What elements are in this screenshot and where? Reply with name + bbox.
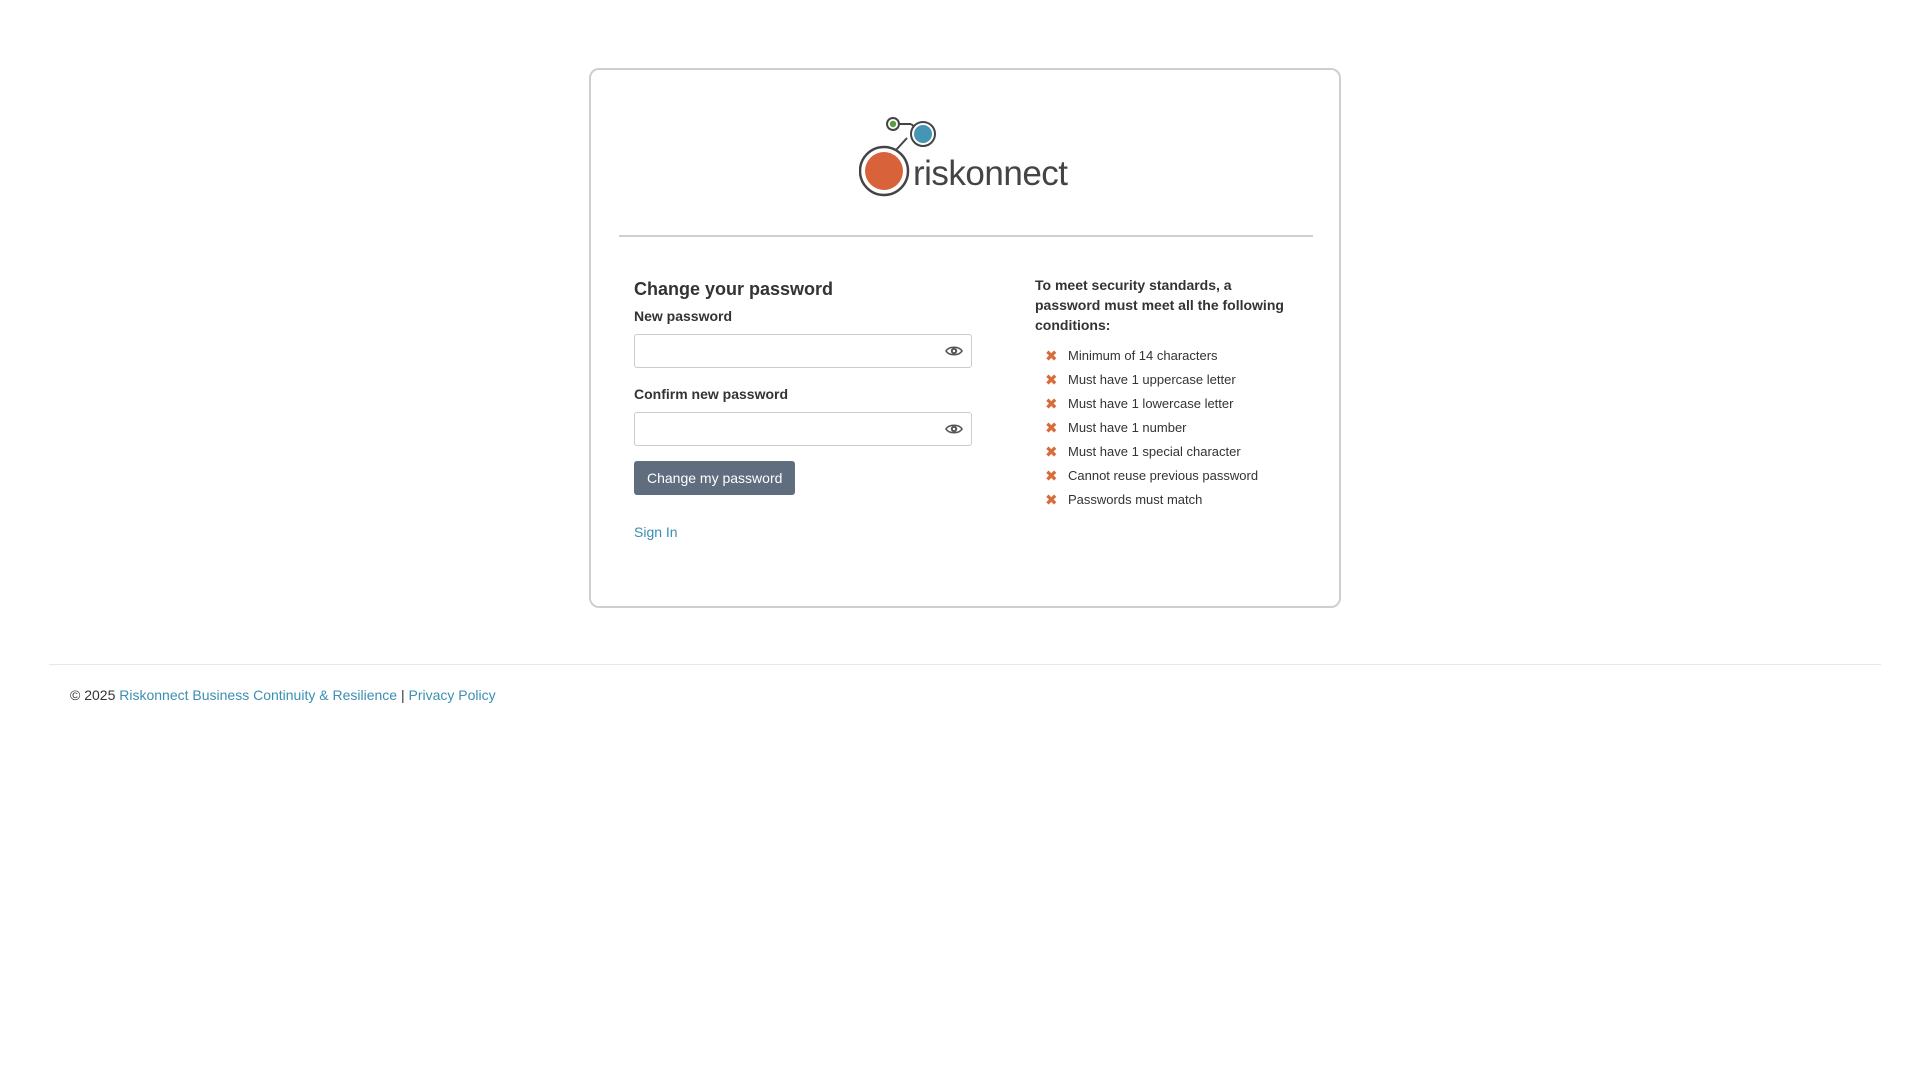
requirement-text: Must have 1 uppercase letter	[1068, 372, 1236, 387]
requirements-list: ✖ Minimum of 14 characters ✖ Must have 1…	[1035, 345, 1295, 513]
copyright-text: © 2025	[70, 687, 116, 703]
eye-icon[interactable]	[945, 342, 963, 360]
company-link[interactable]: Riskonnect Business Continuity & Resilie…	[119, 687, 397, 703]
x-icon: ✖	[1045, 348, 1058, 365]
requirement-text: Cannot reuse previous password	[1068, 468, 1259, 483]
x-icon: ✖	[1045, 420, 1058, 437]
form-title: Change your password	[634, 279, 834, 299]
new-password-label: New password	[634, 308, 733, 324]
x-icon: ✖	[1045, 492, 1058, 509]
sign-in-link[interactable]: Sign In	[634, 524, 974, 540]
footer-divider	[49, 664, 1881, 665]
list-item: ✖ Must have 1 number	[1035, 417, 1295, 441]
change-password-card: riskonnect Change your password New pass…	[589, 68, 1341, 608]
logo-wordmark: riskonnect	[913, 154, 1068, 193]
new-password-input[interactable]	[634, 334, 972, 368]
requirements-title: To meet security standards, a password m…	[1035, 277, 1284, 333]
requirement-text: Must have 1 lowercase letter	[1068, 396, 1234, 411]
list-item: ✖ Cannot reuse previous password	[1035, 465, 1295, 489]
requirement-text: Minimum of 14 characters	[1068, 348, 1218, 363]
x-icon: ✖	[1045, 372, 1058, 389]
list-item: ✖ Passwords must match	[1035, 489, 1295, 513]
header-divider	[619, 235, 1313, 237]
eye-icon[interactable]	[945, 420, 963, 438]
requirement-text: Must have 1 number	[1068, 420, 1187, 435]
requirement-text: Passwords must match	[1068, 492, 1203, 507]
password-requirements: To meet security standards, a password m…	[1035, 275, 1295, 513]
footer-separator: |	[400, 687, 405, 703]
confirm-password-label: Confirm new password	[634, 386, 789, 402]
confirm-password-input[interactable]	[634, 412, 972, 446]
list-item: ✖ Minimum of 14 characters	[1035, 345, 1295, 369]
x-icon: ✖	[1045, 444, 1058, 461]
riskonnect-logo: riskonnect	[859, 117, 1069, 197]
new-password-group	[634, 334, 972, 368]
x-icon: ✖	[1045, 396, 1058, 413]
list-item: ✖ Must have 1 lowercase letter	[1035, 393, 1295, 417]
password-form: Change your password New password Confir…	[634, 276, 974, 540]
confirm-password-group	[634, 412, 972, 446]
footer: © 2025 Riskonnect Business Continuity & …	[70, 686, 496, 704]
list-item: ✖ Must have 1 special character	[1035, 441, 1295, 465]
requirement-text: Must have 1 special character	[1068, 444, 1241, 459]
x-icon: ✖	[1045, 468, 1058, 485]
list-item: ✖ Must have 1 uppercase letter	[1035, 369, 1295, 393]
privacy-policy-link[interactable]: Privacy Policy	[408, 687, 495, 703]
change-password-button[interactable]: Change my password	[634, 461, 796, 495]
